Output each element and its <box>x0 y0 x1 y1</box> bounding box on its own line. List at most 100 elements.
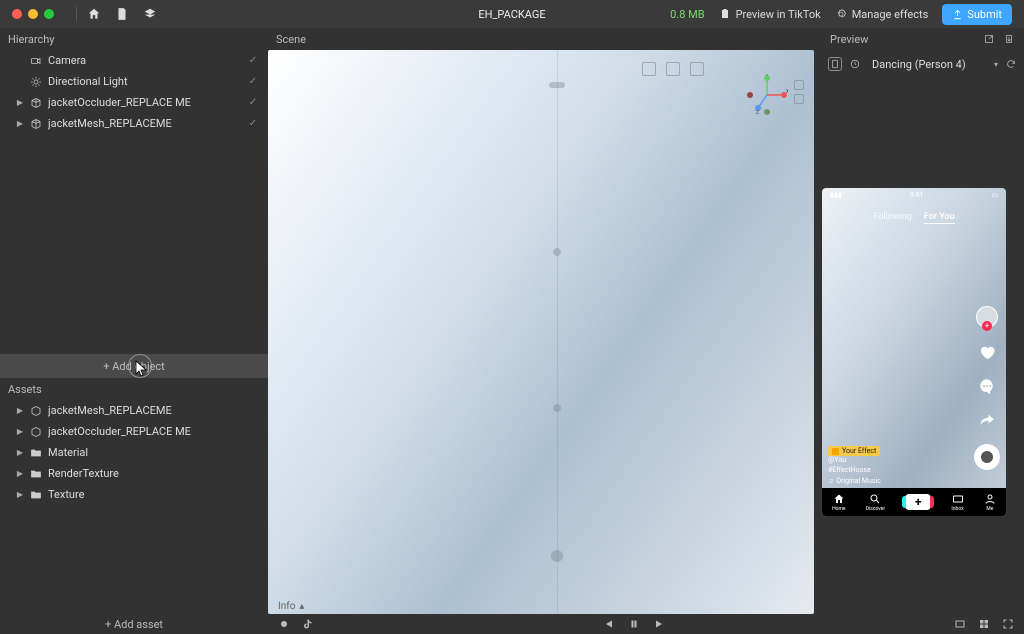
asset-item[interactable]: ▶ Texture <box>0 484 268 505</box>
folder-icon <box>30 489 42 501</box>
document-icon[interactable] <box>115 7 129 21</box>
caret-right-icon[interactable]: ▶ <box>16 448 24 457</box>
submit-button[interactable]: Submit <box>942 4 1012 25</box>
home-icon[interactable] <box>87 7 101 21</box>
asset-item[interactable]: ▶ RenderTexture <box>0 463 268 484</box>
phone-username[interactable]: @You <box>828 455 881 466</box>
comment-icon[interactable] <box>977 376 997 396</box>
submit-label: Submit <box>967 8 1002 21</box>
window-minimize-button[interactable] <box>28 9 38 19</box>
tab-foryou[interactable]: For You <box>924 212 955 224</box>
axis-gizmo[interactable]: Y X Z <box>746 74 788 116</box>
add-object-button[interactable]: + Add object <box>0 354 268 378</box>
window-zoom-button[interactable] <box>44 9 54 19</box>
light-icon <box>30 76 42 88</box>
layers-icon[interactable] <box>143 7 157 21</box>
preview-in-tiktok-button[interactable]: Preview in TikTok <box>719 8 821 21</box>
topbar: EH_PACKAGE 0.8 MB Preview in TikTok Mana… <box>0 0 1024 28</box>
svg-text:Z: Z <box>756 110 759 116</box>
export-icon[interactable] <box>1002 32 1016 46</box>
hierarchy-header: Hierarchy <box>0 28 268 50</box>
cube-icon <box>30 405 42 417</box>
caret-right-icon[interactable]: ▶ <box>16 469 24 478</box>
preview-in-tiktok-label: Preview in TikTok <box>736 8 821 21</box>
scene-toggle-grid[interactable] <box>794 94 804 104</box>
manage-effects-label: Manage effects <box>852 8 929 21</box>
divider <box>76 7 77 21</box>
assets-list: ▶ jacketMesh_REPLACEME ▶ jacketOccluder_… <box>0 400 268 614</box>
asset-item-label: RenderTexture <box>48 467 260 480</box>
caret-right-icon[interactable]: ▶ <box>16 490 24 499</box>
hierarchy-item-label: Directional Light <box>48 75 240 88</box>
phone-hashtag[interactable]: #EffectHouse <box>828 465 881 476</box>
sound-disc-icon[interactable] <box>974 444 1000 470</box>
asset-item[interactable]: ▶ Material <box>0 442 268 463</box>
scene-tool-rotate[interactable] <box>666 62 680 76</box>
tiktok-icon[interactable] <box>302 618 314 630</box>
caret-right-icon[interactable]: ▶ <box>16 427 24 436</box>
hierarchy-item-mesh[interactable]: ▶ jacketMesh_REPLACEME ✓ <box>0 113 268 134</box>
scene-viewport[interactable]: Y X Z Info ▴ <box>268 50 814 614</box>
phone-preview: ▮▮▮ 9:41 ▭ Following For You + <box>822 188 1006 516</box>
preview-source-bar: Dancing (Person 4) ▾ <box>822 50 1024 78</box>
music-note-icon: ♫ <box>828 476 833 487</box>
caret-right-icon[interactable]: ▶ <box>16 119 24 128</box>
preview-source-select[interactable]: Dancing (Person 4) <box>868 58 988 71</box>
window-traffic-lights <box>12 9 54 19</box>
share-icon[interactable] <box>977 410 997 430</box>
add-asset-button[interactable]: + Add asset <box>0 614 268 634</box>
svg-text:Y: Y <box>765 74 768 78</box>
phone-feed-tabs: Following For You <box>822 212 1006 224</box>
visibility-check-icon[interactable]: ✓ <box>246 76 260 87</box>
phone-sound[interactable]: Original Music <box>836 476 881 487</box>
follow-plus-icon[interactable]: + <box>982 321 992 331</box>
jacket-button <box>553 404 561 412</box>
hierarchy-item-light[interactable]: Directional Light ✓ <box>0 71 268 92</box>
tab-following[interactable]: Following <box>873 212 912 224</box>
device-icon[interactable] <box>828 57 842 71</box>
scene-tool-scale[interactable] <box>690 62 704 76</box>
phone-status-bar: ▮▮▮ 9:41 ▭ <box>822 188 1006 202</box>
like-icon[interactable] <box>977 342 997 362</box>
scene-toggle-ortho[interactable] <box>794 80 804 90</box>
nav-me[interactable]: Me <box>984 493 996 512</box>
hierarchy-item-camera[interactable]: Camera ✓ <box>0 50 268 71</box>
battery-icon: ▭ <box>991 191 998 199</box>
nav-home[interactable]: Home <box>832 493 845 512</box>
asset-item-label: Material <box>48 446 260 459</box>
manage-effects-button[interactable]: Manage effects <box>835 8 929 21</box>
window-close-button[interactable] <box>12 9 22 19</box>
jacket-collar <box>549 82 565 88</box>
preview-header: Preview <box>822 28 1024 50</box>
profile-avatar[interactable]: + <box>976 306 998 328</box>
hierarchy-item-occluder[interactable]: ▶ jacketOccluder_REPLACE ME ✓ <box>0 92 268 113</box>
skip-back-icon[interactable] <box>602 618 614 630</box>
nav-discover[interactable]: Discover <box>866 493 885 512</box>
cube-icon <box>30 97 42 109</box>
visibility-check-icon[interactable]: ✓ <box>246 118 260 129</box>
folder-icon <box>30 468 42 480</box>
caret-right-icon[interactable]: ▶ <box>16 406 24 415</box>
record-icon[interactable] <box>278 618 290 630</box>
skip-forward-icon[interactable] <box>654 618 666 630</box>
caret-right-icon[interactable]: ▶ <box>16 98 24 107</box>
timeline-bar <box>268 614 1024 634</box>
camera-toggle-icon[interactable] <box>848 57 862 71</box>
asset-item[interactable]: ▶ jacketOccluder_REPLACE ME <box>0 421 268 442</box>
aspect-icon[interactable] <box>954 618 966 630</box>
chevron-up-icon: ▴ <box>299 601 304 612</box>
chevron-down-icon[interactable]: ▾ <box>994 60 998 69</box>
grid-icon[interactable] <box>978 618 990 630</box>
nav-inbox[interactable]: Inbox <box>951 493 963 512</box>
visibility-check-icon[interactable]: ✓ <box>246 55 260 66</box>
jacket-button <box>551 550 563 562</box>
pause-icon[interactable] <box>628 618 640 630</box>
nav-create[interactable]: + <box>905 494 931 510</box>
visibility-check-icon[interactable]: ✓ <box>246 97 260 108</box>
popout-icon[interactable] <box>982 32 996 46</box>
asset-item[interactable]: ▶ jacketMesh_REPLACEME <box>0 400 268 421</box>
fullscreen-icon[interactable] <box>1002 618 1014 630</box>
scene-tool-move[interactable] <box>642 62 656 76</box>
scene-info-button[interactable]: Info ▴ <box>278 601 304 612</box>
refresh-icon[interactable] <box>1004 57 1018 71</box>
